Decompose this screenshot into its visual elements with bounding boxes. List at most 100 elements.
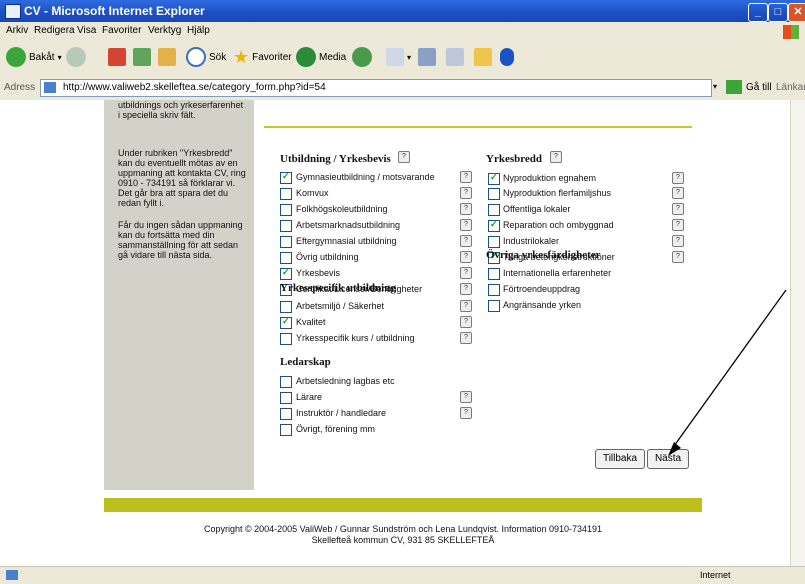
checkbox-angransande[interactable] <box>488 300 500 312</box>
section-title-yrkesspecifik: Yrkesspecifik utbildning <box>280 282 396 294</box>
label-arbetsmarknad: Arbetsmarknadsutbildning <box>296 220 401 230</box>
help-icon[interactable]: ? <box>398 151 410 163</box>
history-icon <box>352 47 372 67</box>
help-icon[interactable]: ? <box>460 267 472 279</box>
menu-favoriter[interactable]: Favoriter <box>102 25 141 36</box>
form-top-line <box>264 126 692 128</box>
media-label: Media <box>319 51 347 63</box>
help-icon[interactable]: ? <box>550 151 562 163</box>
help-icon[interactable]: ? <box>672 235 684 247</box>
forward-button[interactable] <box>66 46 86 68</box>
checkbox-arbetsmarknad[interactable] <box>280 220 292 232</box>
menu-arkiv[interactable]: Arkiv <box>6 25 28 36</box>
help-icon[interactable]: ? <box>460 300 472 312</box>
checkbox-arbetsledning[interactable] <box>280 376 292 388</box>
favorites-button[interactable]: ★ Favoriter <box>233 46 292 68</box>
help-icon[interactable]: ? <box>460 251 472 263</box>
section-title-utbildning: Utbildning / Yrkesbevis <box>280 153 391 165</box>
page-viewport: utbildnings och yrkeserfarenhet i specie… <box>0 100 790 566</box>
go-arrow-icon[interactable] <box>726 80 742 94</box>
label-arbetsmiljo: Arbetsmiljö / Säkerhet <box>296 301 385 311</box>
help-icon[interactable]: ? <box>672 172 684 184</box>
checkbox-ovrigt-forening[interactable] <box>280 424 292 436</box>
close-button[interactable]: ✕ <box>788 3 805 22</box>
help-icon[interactable]: ? <box>672 187 684 199</box>
menu-visa[interactable]: Visa <box>77 25 96 36</box>
sidebar: utbildnings och yrkeserfarenhet i specie… <box>104 100 254 490</box>
checkbox-nyproduktion-egnahem[interactable] <box>488 172 500 185</box>
help-icon[interactable]: ? <box>460 332 472 344</box>
label-ovrig-utbildning: Övrig utbildning <box>296 252 359 262</box>
label-yrkesbevis: Yrkesbevis <box>296 268 341 278</box>
checkbox-instruktor[interactable] <box>280 408 292 420</box>
edit-icon <box>446 48 464 66</box>
checkbox-larare[interactable] <box>280 392 292 404</box>
help-icon[interactable]: ? <box>460 219 472 231</box>
help-icon[interactable]: ? <box>460 171 472 183</box>
checkbox-gymnasieutbildning[interactable] <box>280 171 292 184</box>
label-kvalitet: Kvalitet <box>296 317 326 327</box>
links-label[interactable]: Länkar <box>776 82 805 93</box>
copyright-text: Copyright © 2004-2005 ValiWeb / Gunnar S… <box>104 524 702 546</box>
status-bar: Internet <box>0 566 805 584</box>
checkbox-arbetsmiljo[interactable] <box>280 301 292 313</box>
menu-redigera[interactable]: Redigera <box>34 25 75 36</box>
address-dropdown-icon[interactable]: ▾ <box>713 82 717 91</box>
checkbox-nyproduktion-flerfamiljshus[interactable] <box>488 188 500 200</box>
checkbox-reparation[interactable] <box>488 219 500 232</box>
address-input[interactable]: http://www.valiweb2.skelleftea.se/catego… <box>40 79 712 97</box>
copyright-line-1: Copyright © 2004-2005 ValiWeb / Gunnar S… <box>203 524 603 534</box>
vertical-scrollbar[interactable] <box>790 100 805 566</box>
minimize-button[interactable]: _ <box>748 3 768 22</box>
stop-button[interactable] <box>108 46 126 68</box>
menu-hjalp[interactable]: Hjälp <box>187 25 210 36</box>
mail-button[interactable]: ▾ <box>386 46 411 68</box>
home-button[interactable] <box>158 46 176 68</box>
label-arbetsledning: Arbetsledning lagbas etc <box>296 376 395 386</box>
checkbox-eftergymnasial[interactable] <box>280 236 292 248</box>
next-button[interactable]: Nästa <box>647 449 689 469</box>
checkbox-yrkesspecifik-kurs[interactable] <box>280 333 292 345</box>
help-icon[interactable]: ? <box>460 391 472 403</box>
checkbox-fortroendeuppdrag[interactable] <box>488 284 500 296</box>
bluetooth-button[interactable] <box>500 46 514 68</box>
bluetooth-icon <box>500 48 514 66</box>
search-button[interactable]: Sök <box>186 46 226 68</box>
folder-icon <box>474 48 492 66</box>
checkbox-yrkesbevis[interactable] <box>280 267 292 280</box>
refresh-button[interactable] <box>133 46 151 68</box>
history-button[interactable] <box>352 46 372 68</box>
help-icon[interactable]: ? <box>460 407 472 419</box>
sidebar-text-3: Får du ingen sådan uppmaning kan du fort… <box>118 220 243 260</box>
checkbox-kvalitet[interactable] <box>280 316 292 329</box>
section-title-yrkesbredd: Yrkesbredd <box>486 153 543 165</box>
media-button[interactable]: Media <box>296 46 346 68</box>
maximize-button[interactable]: □ <box>768 3 788 22</box>
help-icon[interactable]: ? <box>460 283 472 295</box>
edit-button[interactable] <box>446 46 464 68</box>
back-form-button[interactable]: Tillbaka <box>595 449 645 469</box>
help-icon[interactable]: ? <box>460 203 472 215</box>
media-icon <box>296 47 316 67</box>
back-button[interactable]: Bakåt ▾ <box>6 46 62 68</box>
checkbox-folkhogskola[interactable] <box>280 204 292 216</box>
checkbox-internationella[interactable] <box>488 268 500 280</box>
help-icon[interactable]: ? <box>672 203 684 215</box>
menu-verktyg[interactable]: Verktyg <box>148 25 181 36</box>
label-folkhogskola: Folkhögskoleutbildning <box>296 204 388 214</box>
search-label: Sök <box>209 51 227 63</box>
help-icon[interactable]: ? <box>672 251 684 263</box>
checkbox-offentliga-lokaler[interactable] <box>488 204 500 216</box>
print-button[interactable] <box>418 46 436 68</box>
checkbox-komvux[interactable] <box>280 188 292 200</box>
copyright-line-2: Skellefteå kommun CV, 931 85 SKELLEFTEÅ <box>311 535 495 545</box>
favorites-label: Favoriter <box>252 51 292 63</box>
help-icon[interactable]: ? <box>460 235 472 247</box>
go-button[interactable]: Gå till <box>746 82 772 93</box>
help-icon[interactable]: ? <box>460 316 472 328</box>
folder-button[interactable] <box>474 46 492 68</box>
help-icon[interactable]: ? <box>672 219 684 231</box>
checkbox-industrilokaler[interactable] <box>488 236 500 248</box>
checkbox-ovrig-utbildning[interactable] <box>280 252 292 264</box>
help-icon[interactable]: ? <box>460 187 472 199</box>
